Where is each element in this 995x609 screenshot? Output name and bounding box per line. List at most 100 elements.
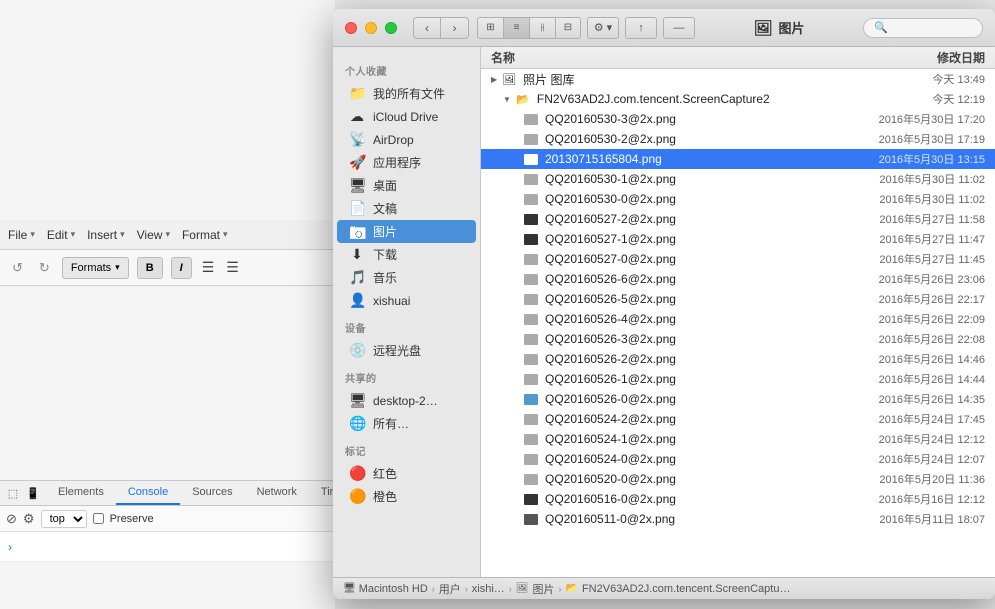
tab-sources[interactable]: Sources xyxy=(180,481,244,505)
list-view-button[interactable]: ≡ xyxy=(503,17,529,39)
devtools-device-icon[interactable]: 📱 xyxy=(26,486,40,500)
menu-insert[interactable]: Insert ▾ xyxy=(87,228,125,242)
file-row-4[interactable]: QQ20160527-2@2x.png 2016年5月27日 11:58 xyxy=(481,209,995,229)
sidebar-item-airdrop[interactable]: 📡 AirDrop xyxy=(337,128,476,151)
file-row-0[interactable]: QQ20160530-3@2x.png 2016年5月30日 17:20 xyxy=(481,109,995,129)
preserve-checkbox[interactable] xyxy=(93,513,104,524)
minimize-button[interactable] xyxy=(365,22,377,34)
sidebar-item-apps[interactable]: 🚀 应用程序 xyxy=(337,151,476,174)
menu-format[interactable]: Format ▾ xyxy=(182,228,228,242)
png-icon-10 xyxy=(523,331,539,347)
finder-title: 🖼 图片 xyxy=(703,18,855,37)
sidebar-item-music[interactable]: 🎵 音乐 xyxy=(337,266,476,289)
png-icon-9 xyxy=(523,311,539,327)
file-row-14[interactable]: QQ20160524-2@2x.png 2016年5月24日 17:45 xyxy=(481,409,995,429)
png-icon-5 xyxy=(523,231,539,247)
tab-network[interactable]: Network xyxy=(245,481,309,505)
tab-console[interactable]: Console xyxy=(116,481,180,505)
menu-file[interactable]: File ▾ xyxy=(8,228,35,242)
bold-button[interactable]: B xyxy=(137,257,163,279)
align-left-button[interactable]: ☰ xyxy=(200,257,217,278)
status-xishi: xishi… xyxy=(472,583,505,595)
sidebar-item-pictures[interactable]: 📷 图片 xyxy=(337,220,476,243)
redo-button[interactable]: ↻ xyxy=(35,258,54,278)
sidebar-item-desktop[interactable]: 🖥 桌面 xyxy=(337,174,476,197)
tag-button[interactable]: — xyxy=(663,17,695,39)
column-view-button[interactable]: ⫲ xyxy=(529,17,555,39)
editor-menu-bar: File ▾ Edit ▾ Insert ▾ View ▾ Format ▾ xyxy=(0,220,335,250)
sidebar-item-remote-disc[interactable]: 💿 远程光盘 xyxy=(337,339,476,362)
sidebar-item-all[interactable]: 🌐 所有… xyxy=(337,412,476,435)
devtools-cursor-icon[interactable]: ⬚ xyxy=(6,486,20,500)
sidebar-item-tag-red[interactable]: 🔴 红色 xyxy=(337,462,476,485)
sidebar-item-desktop2[interactable]: 🖥 desktop-2… xyxy=(337,389,476,412)
file-row-17[interactable]: QQ20160520-0@2x.png 2016年5月20日 11:36 xyxy=(481,469,995,489)
maximize-button[interactable] xyxy=(385,22,397,34)
downloads-icon: ⬇ xyxy=(349,246,365,263)
share-button[interactable]: ↑ xyxy=(625,17,657,39)
file-row-16[interactable]: QQ20160524-0@2x.png 2016年5月24日 12:07 xyxy=(481,449,995,469)
file-row-18[interactable]: QQ20160516-0@2x.png 2016年5月16日 12:12 xyxy=(481,489,995,509)
italic-button[interactable]: I xyxy=(171,257,192,279)
menu-view[interactable]: View ▾ xyxy=(137,228,170,242)
sidebar-item-all-files[interactable]: 📁 我的所有文件 xyxy=(337,82,476,105)
file-row-10[interactable]: QQ20160526-3@2x.png 2016年5月26日 22:08 xyxy=(481,329,995,349)
selected-file-icon xyxy=(523,151,539,167)
view-buttons: ⊞ ≡ ⫲ ⊟ ⚙ ▾ ↑ — xyxy=(477,17,695,39)
view-mode-group: ⊞ ≡ ⫲ ⊟ xyxy=(477,17,581,39)
back-button[interactable]: ‹ xyxy=(413,17,441,39)
file-row-tencent-folder[interactable]: ▼ 📂 FN2V63AD2J.com.tencent.ScreenCapture… xyxy=(481,89,995,109)
file-row-photos-library[interactable]: ▶ 🖼 照片 图库 今天 13:49 xyxy=(481,69,995,89)
tab-elements[interactable]: Elements xyxy=(46,481,116,505)
console-prompt: › xyxy=(8,540,12,554)
status-pictures-icon: 🖼 xyxy=(516,583,529,594)
formats-dropdown[interactable]: Formats ▾ xyxy=(62,257,129,279)
file-row-8[interactable]: QQ20160526-5@2x.png 2016年5月26日 22:17 xyxy=(481,289,995,309)
close-button[interactable] xyxy=(345,22,357,34)
sidebar-item-icloud[interactable]: ☁ iCloud Drive xyxy=(337,105,476,128)
sidebar-item-downloads[interactable]: ⬇ 下载 xyxy=(337,243,476,266)
sidebar-item-documents[interactable]: 📄 文稿 xyxy=(337,197,476,220)
file-row-5[interactable]: QQ20160527-1@2x.png 2016年5月27日 11:47 xyxy=(481,229,995,249)
sidebar-item-tag-orange[interactable]: 🟠 橙色 xyxy=(337,485,476,508)
forward-button[interactable]: › xyxy=(441,17,469,39)
png-icon-8 xyxy=(523,291,539,307)
filelist-header: 名称 修改日期 xyxy=(481,47,995,69)
devtools-console-row: › xyxy=(0,532,335,562)
file-row-12[interactable]: QQ20160526-1@2x.png 2016年5月26日 14:44 xyxy=(481,369,995,389)
cover-flow-button[interactable]: ⊟ xyxy=(555,17,581,39)
file-row-3[interactable]: QQ20160530-0@2x.png 2016年5月30日 11:02 xyxy=(481,189,995,209)
context-selector[interactable]: top xyxy=(41,510,87,528)
finder-search[interactable]: 🔍 xyxy=(863,18,983,38)
finder-body: 个人收藏 📁 我的所有文件 ☁ iCloud Drive 📡 AirDrop 🚀… xyxy=(333,47,995,577)
action-button[interactable]: ⚙ ▾ xyxy=(587,17,619,39)
devtools-tabs-bar: ⬚ 📱 Elements Console Sources Network Tim… xyxy=(0,480,335,506)
file-row-9[interactable]: QQ20160526-4@2x.png 2016年5月26日 22:09 xyxy=(481,309,995,329)
tencent-folder-icon: 📂 xyxy=(515,91,531,107)
icon-view-button[interactable]: ⊞ xyxy=(477,17,503,39)
file-row-selected[interactable]: 20130715165804.png 2016年5月30日 13:15 xyxy=(481,149,995,169)
file-row-11[interactable]: QQ20160526-2@2x.png 2016年5月26日 14:46 xyxy=(481,349,995,369)
status-pictures: 图片 xyxy=(533,581,555,597)
all-icon: 🌐 xyxy=(349,415,365,432)
file-row-6[interactable]: QQ20160527-0@2x.png 2016年5月27日 11:45 xyxy=(481,249,995,269)
all-files-icon: 📁 xyxy=(349,85,365,102)
file-row-2[interactable]: QQ20160530-1@2x.png 2016年5月30日 11:02 xyxy=(481,169,995,189)
file-row-19[interactable]: QQ20160511-0@2x.png 2016年5月11日 18:07 xyxy=(481,509,995,529)
file-row-1[interactable]: QQ20160530-2@2x.png 2016年5月30日 17:19 xyxy=(481,129,995,149)
preserve-label: Preserve xyxy=(110,513,154,525)
filter-options-icon[interactable]: ⚙ xyxy=(23,511,35,527)
tags-section-title: 标记 xyxy=(333,435,480,462)
finder-filelist: 名称 修改日期 ▶ 🖼 照片 图库 今天 13:49 ▼ 📂 FN2V63AD2… xyxy=(481,47,995,577)
png-icon-17 xyxy=(523,471,539,487)
file-row-7[interactable]: QQ20160526-6@2x.png 2016年5月26日 23:06 xyxy=(481,269,995,289)
undo-button[interactable]: ↺ xyxy=(8,258,27,278)
filter-clear-icon[interactable]: ⊘ xyxy=(6,511,17,527)
png-icon-11 xyxy=(523,351,539,367)
png-icon-19 xyxy=(523,511,539,527)
align-right-button[interactable]: ☰ xyxy=(224,257,241,278)
file-row-15[interactable]: QQ20160524-1@2x.png 2016年5月24日 12:12 xyxy=(481,429,995,449)
menu-edit[interactable]: Edit ▾ xyxy=(47,228,75,242)
sidebar-item-user[interactable]: 👤 xishuai xyxy=(337,289,476,312)
file-row-13[interactable]: QQ20160526-0@2x.png 2016年5月26日 14:35 xyxy=(481,389,995,409)
